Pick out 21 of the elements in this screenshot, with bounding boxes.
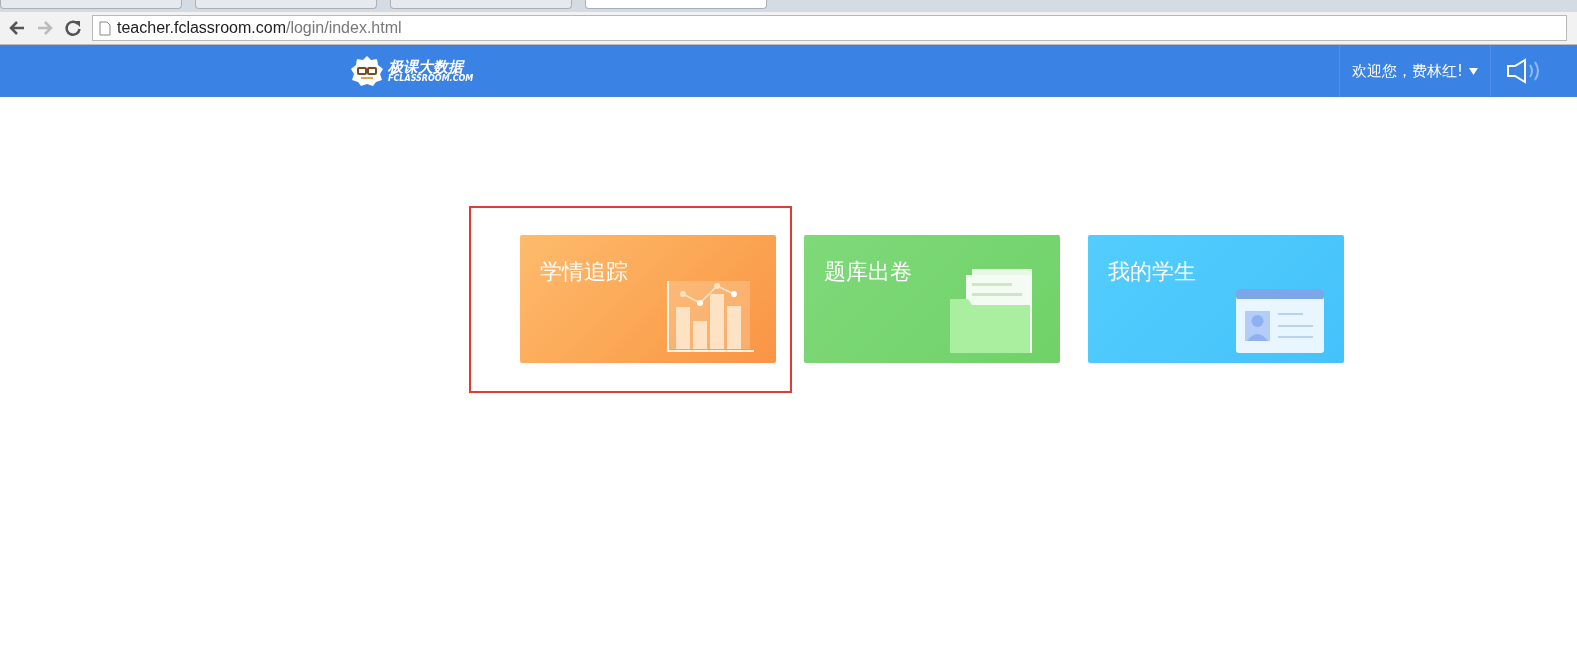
browser-tab[interactable] — [390, 0, 572, 9]
browser-tab[interactable] — [0, 0, 182, 9]
logo-subtitle: FCLASSROOM.COM — [388, 74, 474, 83]
page-icon — [99, 20, 111, 36]
reload-icon[interactable] — [64, 19, 82, 37]
caret-icon — [1469, 67, 1478, 75]
forward-icon[interactable] — [36, 19, 54, 37]
card-title: 我的学生 — [1108, 259, 1196, 286]
menu-card[interactable]: 题库出卷 — [804, 235, 1060, 363]
logo-title: 极课大数据 — [388, 59, 465, 75]
browser-tab[interactable] — [585, 0, 767, 9]
id-card-icon — [1236, 289, 1324, 353]
menu-card[interactable]: 学情追踪 — [520, 235, 776, 363]
card-title: 题库出卷 — [824, 259, 912, 286]
browser-tab[interactable] — [195, 0, 377, 9]
user-menu[interactable]: 欢迎您，费林红! — [1339, 45, 1491, 97]
card-title: 学情追踪 — [540, 259, 628, 286]
address-bar[interactable]: teacher.fclassroom.com/login/index.html — [92, 15, 1567, 41]
back-icon[interactable] — [8, 19, 26, 37]
menu-card[interactable]: 我的学生 — [1088, 235, 1344, 363]
logo-icon — [350, 55, 384, 87]
